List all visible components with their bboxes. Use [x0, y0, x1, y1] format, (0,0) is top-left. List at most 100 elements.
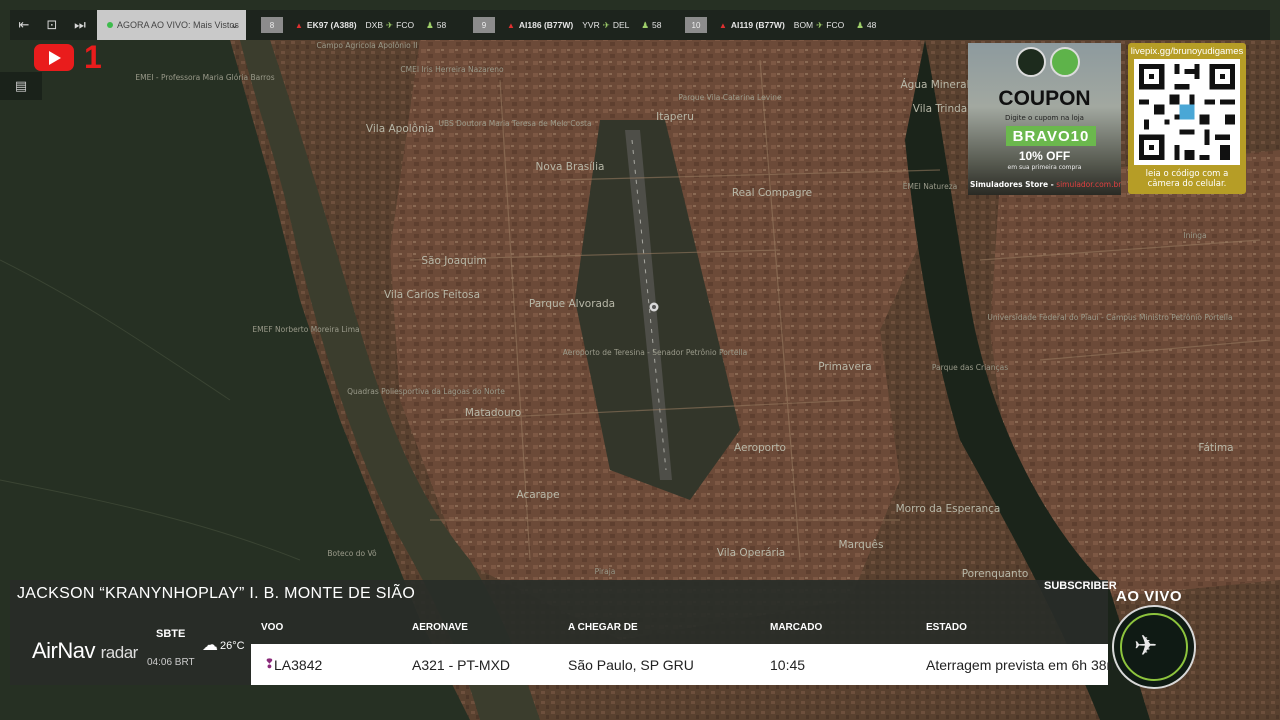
- row-scheduled: 10:45: [770, 657, 806, 673]
- map-label: Parque das Crianças: [932, 363, 1008, 372]
- flight-count: 48: [866, 20, 877, 30]
- flight-count: 58: [652, 20, 662, 30]
- chevron-down-icon: ⌄: [229, 19, 239, 31]
- coupon-site-url: simulador.com.br/store: [1056, 180, 1121, 189]
- map-label: Vila Operária: [717, 547, 785, 559]
- airport-code: SBTE: [156, 628, 186, 640]
- flight-index: 8: [261, 17, 283, 33]
- plane-icon: ✈: [816, 19, 824, 30]
- col-status: ESTADO: [926, 622, 967, 633]
- map-label: EMEI - Professora Maria Glória Barros: [135, 73, 274, 82]
- flight-chip[interactable]: 8 ▲ EK97 (A388) DXB ✈ FCO ♟ 58: [261, 16, 446, 34]
- map-label: São Joaquim: [421, 255, 486, 267]
- flight-chip[interactable]: 9 ▲ AI186 (B77W) YVR ✈ DEL ♟ 58: [473, 16, 662, 34]
- flight-destination: FCO: [396, 20, 415, 30]
- local-time: 04:06 BRT: [147, 657, 195, 668]
- coupon-subtitle: Digite o cupom na loja: [1005, 114, 1084, 122]
- qr-caption: leia o código com a: [1145, 169, 1229, 179]
- map-label: Boteco do Vô: [327, 549, 377, 558]
- map-label: Água Mineral: [900, 78, 969, 91]
- map-label: Piraja: [595, 567, 616, 576]
- viewers-icon: ♟: [426, 19, 434, 30]
- map-label: EMEI Natureza: [903, 182, 958, 191]
- subscriber-name: JACKSON “KRANYNHOPLAY” I. B. MONTE DE SI…: [17, 585, 416, 602]
- map-label: Vila Trinda: [913, 103, 967, 115]
- temperature: 26°C: [220, 640, 245, 652]
- map-label: Matadouro: [465, 407, 521, 419]
- map-label: Nova Brasília: [536, 161, 605, 173]
- coupon-code: BRAVO10: [1006, 126, 1096, 146]
- sponsor-logo: [1016, 47, 1046, 77]
- youtube-number: 1: [84, 39, 102, 75]
- coupon-panel: COUPON Digite o cupom na loja BRAVO10 10…: [968, 43, 1121, 195]
- row-origin: São Paulo, SP GRU: [568, 657, 694, 673]
- coupon-title: COUPON: [998, 87, 1091, 110]
- map-label: Campo Agrícola Apolônio II: [316, 41, 417, 50]
- expand-icon[interactable]: ⊡: [38, 10, 66, 40]
- collapse-panel-icon[interactable]: ⇤: [10, 10, 38, 40]
- map-label: Marquês: [839, 539, 884, 551]
- map-label: Universidade Federal do Piauí - Campus M…: [987, 313, 1232, 322]
- flight-number: EK97 (A388): [306, 20, 357, 30]
- live-now-dropdown[interactable]: AGORA AO VIVO: Mais Vistos ⌄: [97, 10, 246, 40]
- map-label: Aeroporto: [734, 442, 786, 454]
- youtube-icon: [34, 44, 74, 71]
- next-icon[interactable]: ⏭: [66, 10, 94, 40]
- channel-badge: ✈: [1112, 605, 1196, 689]
- airnav-radar: radar: [100, 643, 139, 662]
- col-origin: A CHEGAR DE: [568, 622, 638, 633]
- sponsor-logo: [1050, 47, 1080, 77]
- partly-cloudy-icon: ☁: [202, 637, 218, 654]
- flag-icon: ▲: [295, 20, 303, 30]
- plane-icon: ✈: [1134, 629, 1158, 662]
- flight-number: AI186 (B77W): [518, 20, 574, 30]
- map-label: CMEI Iris Herreira Nazareno: [400, 65, 504, 74]
- live-label: AO VIVO: [1116, 588, 1183, 605]
- flag-icon: ▲: [507, 20, 515, 30]
- plane-icon: ✈: [386, 19, 394, 30]
- qr-url: livepix.gg/brunoyudigames: [1130, 46, 1244, 57]
- flight-ticker: JACKSON “KRANYNHOPLAY” I. B. MONTE DE SI…: [10, 580, 1118, 685]
- table-row[interactable]: ❢ LA3842 A321 - PT-MXD São Paulo, SP GRU…: [251, 644, 1118, 685]
- map-label: Itaperu: [656, 111, 694, 123]
- flight-chip[interactable]: 10 ▲ AI119 (B77W) BOM ✈ FCO ♟ 48: [685, 16, 876, 34]
- qr-panel: livepix.gg/brunoyudigames leia o código …: [1128, 43, 1246, 194]
- flight-destination: DEL: [612, 20, 630, 30]
- col-aircraft: AERONAVE: [412, 622, 468, 633]
- map-label: EMEF Norberto Moreira Lima: [252, 325, 359, 334]
- flight-destination: FCO: [826, 20, 845, 30]
- coupon-note: em sua primeira compra: [1007, 164, 1082, 171]
- map-label: Quadras Poliesportiva da Lagoas do Norte: [347, 387, 505, 396]
- live-label: AGORA AO VIVO:: [117, 20, 191, 30]
- map-label: Real Compagre: [732, 187, 812, 199]
- map-label: Ininga: [1183, 231, 1206, 240]
- qr-code-icon: [1134, 59, 1240, 165]
- viewers-icon: ♟: [856, 19, 864, 30]
- map-label: Primavera: [818, 361, 871, 373]
- map-label: Fátima: [1198, 442, 1233, 454]
- map-label: UBS Doutora Maria Teresa de Melo Costa: [438, 119, 591, 128]
- airport-pin[interactable]: [649, 302, 659, 312]
- row-aircraft: A321 - PT-MXD: [412, 657, 511, 673]
- plane-icon: ✈: [602, 19, 610, 30]
- col-flight: VOO: [261, 622, 284, 633]
- live-dot-icon: [107, 22, 113, 28]
- map-label: Morro da Esperança: [896, 503, 1001, 515]
- map-label: Vila Carlos Feitosa: [384, 289, 480, 301]
- flight-number: AI119 (B77W): [730, 20, 785, 30]
- weather: ☁ 26°C: [202, 638, 245, 654]
- flight-origin: DXB: [365, 20, 384, 30]
- coupon-discount: 10% OFF: [1018, 149, 1071, 163]
- flight-index: 10: [685, 17, 707, 33]
- coupon-site-label: Simuladores Store -: [970, 180, 1054, 189]
- viewers-icon: ♟: [641, 19, 650, 30]
- flight-index: 9: [473, 17, 495, 33]
- map-label: Parque Alvorada: [529, 298, 615, 310]
- flag-icon: ▲: [719, 20, 727, 30]
- map-label: Acarape: [516, 489, 559, 501]
- flight-count: 58: [436, 20, 447, 30]
- flight-origin: YVR: [582, 20, 600, 30]
- list-view-icon[interactable]: ▤: [0, 72, 42, 100]
- coupon-site: Simuladores Store - simulador.com.br/sto…: [970, 180, 1121, 189]
- airnav-logo: AirNav radar: [32, 638, 138, 664]
